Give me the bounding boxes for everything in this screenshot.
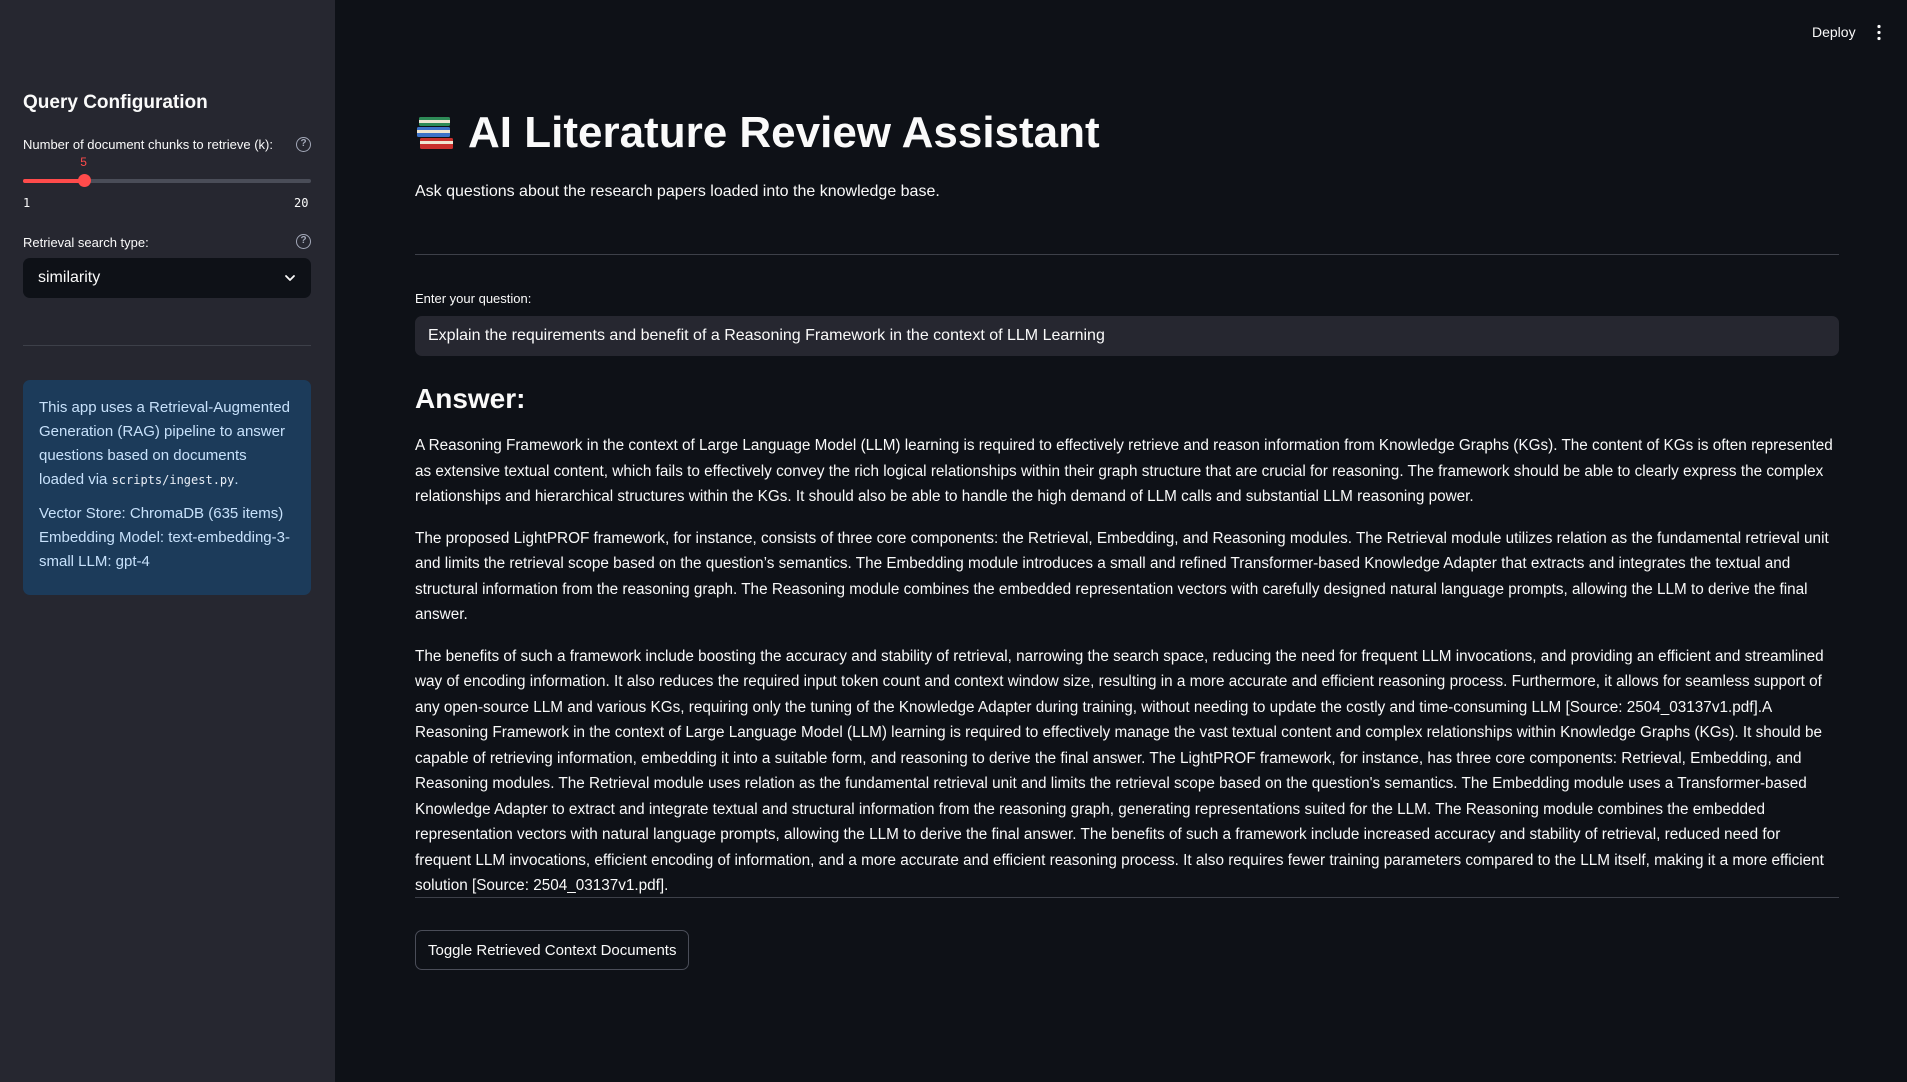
sidebar-title: Query Configuration — [23, 92, 208, 113]
k-slider-value: 5 — [80, 155, 87, 169]
k-slider-max: 20 — [294, 196, 309, 210]
answer-heading: Answer: — [415, 383, 526, 414]
main-divider-top — [415, 254, 1839, 255]
answer-paragraph: The proposed LightPROF framework, for in… — [415, 529, 1829, 624]
ingest-script-code: scripts/ingest.py — [111, 473, 235, 487]
info-details: Vector Store: ChromaDB (635 items) Embed… — [39, 505, 290, 570]
question-input[interactable]: Explain the requirements and benefit of … — [415, 316, 1839, 356]
k-slider-thumb[interactable] — [77, 174, 91, 187]
question-label: Enter your question: — [415, 291, 532, 306]
page-subtitle: Ask questions about the research papers … — [415, 183, 940, 200]
chevron-down-icon — [285, 275, 295, 281]
sidebar: Query Configuration Number of document c… — [0, 0, 335, 1082]
page-title-text: AI Literature Review Assistant — [468, 108, 1100, 157]
k-slider-fill — [23, 179, 84, 183]
answer-paragraph: A Reasoning Framework in the context of … — [415, 437, 1833, 505]
k-slider[interactable]: 5 — [23, 155, 311, 187]
k-slider-min: 1 — [23, 196, 31, 210]
info-box: This app uses a Retrieval-Augmented Gene… — [23, 380, 311, 595]
books-icon — [417, 116, 453, 149]
deploy-button[interactable]: Deploy — [1812, 24, 1856, 40]
search-type-selected: similarity — [38, 269, 101, 286]
search-type-label: Retrieval search type: — [23, 235, 149, 250]
sidebar-divider — [23, 345, 311, 346]
vertical-ellipsis-icon[interactable] — [1876, 24, 1882, 41]
answer-body: A Reasoning Framework in the context of … — [415, 433, 1839, 915]
k-slider-label: Number of document chunks to retrieve (k… — [23, 137, 273, 152]
answer-paragraph: The benefits of such a framework include… — [415, 647, 1824, 895]
question-input-value: Explain the requirements and benefit of … — [428, 327, 1105, 344]
page-title: AI Literature Review Assistant — [415, 108, 1100, 158]
toggle-context-button[interactable]: Toggle Retrieved Context Documents — [415, 930, 690, 970]
main-divider-bottom — [415, 897, 1839, 898]
k-help-icon[interactable]: ? — [296, 137, 311, 152]
info-text: This app uses a Retrieval-Augmented Gene… — [39, 399, 290, 488]
search-type-help-icon[interactable]: ? — [296, 234, 311, 249]
search-type-select[interactable]: similarity — [23, 258, 311, 298]
